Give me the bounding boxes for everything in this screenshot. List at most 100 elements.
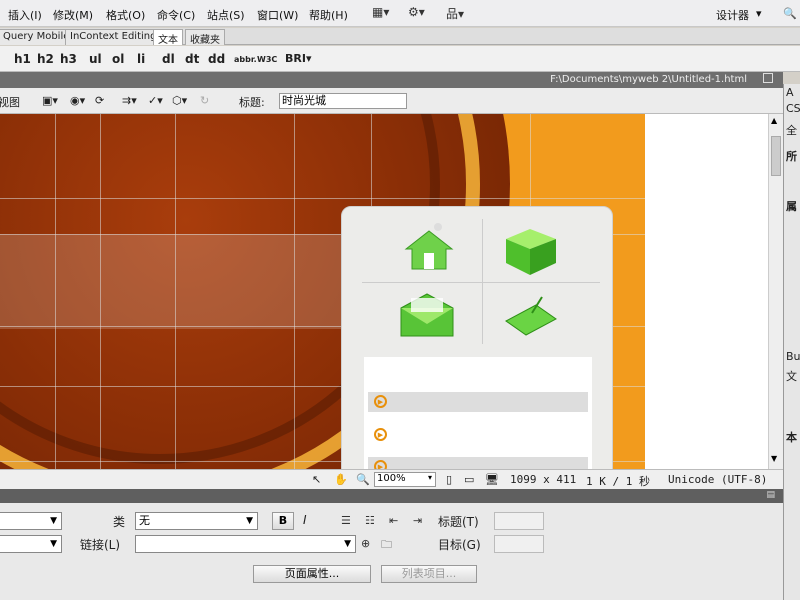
insert-toolbar: h1 h2 h3 ul ol li dl dt dd abbr. W3C BRI… — [0, 46, 800, 72]
reload-icon[interactable]: ↻ — [200, 94, 209, 107]
zoom-tool-icon[interactable]: 🔍 — [356, 473, 370, 486]
abbr-button[interactable]: abbr. — [234, 55, 257, 64]
h3-button[interactable]: h3 — [60, 52, 77, 66]
title-field[interactable] — [494, 512, 544, 530]
menu-insert[interactable]: 插入(I) — [8, 7, 42, 23]
panel-label[interactable]: 属 — [786, 198, 797, 214]
bold-button[interactable]: B — [272, 512, 294, 530]
menu-window[interactable]: 窗口(W) — [257, 7, 298, 23]
id-select[interactable]: ▼ — [0, 535, 62, 553]
ul-button[interactable]: ul — [89, 52, 102, 66]
tab-jquery-mobile[interactable]: Query Mobile — [0, 29, 75, 45]
format-select[interactable]: ▼ — [0, 512, 62, 530]
design-view[interactable]: ▶ ▶ ▶ — [0, 114, 768, 469]
home-icon[interactable] — [402, 223, 456, 273]
h1-button[interactable]: h1 — [14, 52, 31, 66]
document-path-bar: F:\Documents\myweb 2\Untitled-1.html — [0, 72, 783, 88]
menu-site[interactable]: 站点(S) — [207, 7, 245, 23]
panel-label[interactable]: Bu — [786, 350, 800, 363]
h2-button[interactable]: h2 — [37, 52, 54, 66]
class-select[interactable]: 无 ▼ — [135, 512, 258, 530]
menu-icon[interactable]: ▤ — [766, 490, 775, 500]
tablet-size-icon[interactable]: ▭ — [464, 473, 474, 486]
panel-label[interactable]: 全 — [786, 122, 797, 138]
target-field[interactable] — [494, 535, 544, 553]
mail-icon[interactable] — [397, 292, 457, 340]
download-size: 1 K / 1 秒 — [586, 475, 650, 488]
encoding: Unicode (UTF-8) — [668, 473, 768, 486]
menu-modify[interactable]: 修改(M) — [53, 7, 93, 23]
site-icon[interactable]: 品▾ — [446, 5, 464, 22]
ol-button[interactable]: ol — [112, 52, 124, 66]
search-icon[interactable]: 🔍 — [783, 7, 797, 20]
panel-label[interactable]: 文 — [786, 368, 797, 384]
title-label: 标题: — [239, 96, 265, 109]
panel-label[interactable]: CS — [786, 102, 800, 115]
characters-icon[interactable]: BRI▾ — [285, 52, 311, 65]
restore-icon[interactable] — [763, 73, 773, 83]
ordered-list-icon[interactable]: ☷ — [365, 514, 375, 527]
title-input[interactable]: 时尚光城 — [279, 93, 407, 109]
bullet-icon: ▶ — [374, 395, 387, 408]
page-properties-button[interactable]: 页面属性... — [253, 565, 371, 583]
point-to-file-icon[interactable]: ⊕ — [361, 537, 370, 550]
scroll-thumb[interactable] — [771, 136, 781, 176]
preview-icon[interactable]: ◉▾ — [70, 94, 85, 107]
italic-button[interactable]: I — [303, 513, 307, 527]
target-label: 目标(G) — [438, 538, 481, 552]
insert-tabs: Query Mobile InContext Editing 文本 收藏夹 — [0, 28, 800, 46]
view-label[interactable]: 视图 — [0, 94, 20, 110]
folder-icon[interactable]: 🗀 — [381, 536, 392, 555]
panel-label[interactable]: 本 — [786, 429, 797, 445]
scroll-down-icon[interactable]: ▼ — [771, 454, 777, 463]
refresh-icon[interactable]: ⟳ — [95, 94, 104, 107]
vertical-scrollbar[interactable]: ▲ ▼ — [768, 114, 783, 469]
visual-aids-icon[interactable]: ⇉▾ — [122, 94, 137, 107]
link-input[interactable]: ▼ — [135, 535, 356, 553]
phone-icon[interactable] — [502, 295, 560, 339]
workspace-switcher[interactable]: 设计器 — [716, 7, 749, 23]
tab-text[interactable]: 文本 — [153, 29, 183, 46]
indent-icon[interactable]: ⇥ — [413, 514, 422, 527]
dt-button[interactable]: dt — [185, 52, 199, 66]
properties-header: ▤ — [0, 489, 783, 503]
properties-panel: ▼ ▼ 类 无 ▼ 链接(L) ▼ ⊕ 🗀 B I ☰ ☷ ⇤ ⇥ 标题(T) 目… — [0, 503, 783, 600]
link-label: 链接(L) — [80, 538, 121, 552]
right-panel: A CS 全 所 属 Bu 文 本 — [783, 84, 800, 600]
dd-button[interactable]: dd — [208, 52, 225, 66]
tab-favorites[interactable]: 收藏夹 — [185, 29, 225, 46]
menu-help[interactable]: 帮助(H) — [309, 7, 348, 23]
gear-icon[interactable]: ⚙▾ — [408, 5, 425, 19]
class-label: 类 — [113, 515, 126, 529]
desktop-size-icon[interactable]: 🖥 — [485, 473, 499, 486]
zoom-select[interactable]: 100% ▾ — [374, 472, 436, 487]
chevron-down-icon[interactable]: ▾ — [756, 7, 762, 20]
nav-panel: ▶ ▶ ▶ — [341, 206, 613, 469]
layout-icon[interactable]: ▦▾ — [372, 5, 389, 19]
chevron-down-icon: ▼ — [50, 539, 57, 549]
outdent-icon[interactable]: ⇤ — [389, 514, 398, 527]
mobile-size-icon[interactable]: ▯ — [446, 473, 452, 486]
dl-button[interactable]: dl — [162, 52, 175, 66]
multiscreen-icon[interactable]: ▣▾ — [42, 94, 58, 107]
w3c-button[interactable]: W3C — [257, 55, 277, 64]
menu-format[interactable]: 格式(O) — [106, 7, 145, 23]
window-dimensions[interactable]: 1099 x 411 — [510, 473, 576, 486]
panel-label[interactable]: 所 — [786, 148, 797, 164]
panel-label[interactable]: A — [786, 86, 794, 99]
scroll-up-icon[interactable]: ▲ — [771, 116, 777, 125]
pointer-tool-icon[interactable]: ↖ — [312, 473, 321, 486]
chevron-down-icon: ▾ — [427, 473, 432, 482]
hand-tool-icon[interactable]: ✋ — [334, 473, 348, 486]
validate-icon[interactable]: ✓▾ — [148, 94, 163, 107]
menu-commands[interactable]: 命令(C) — [157, 7, 195, 23]
bullet-icon: ▶ — [374, 428, 387, 441]
li-button[interactable]: li — [137, 52, 145, 66]
check-browser-icon[interactable]: ⬡▾ — [172, 94, 187, 107]
tab-incontext-editing[interactable]: InContext Editing — [65, 29, 162, 45]
list-item-button[interactable]: 列表项目... — [381, 565, 477, 583]
unordered-list-icon[interactable]: ☰ — [341, 514, 351, 527]
document-path: F:\Documents\myweb 2\Untitled-1.html — [550, 74, 747, 85]
box-icon[interactable] — [500, 221, 562, 277]
title-field-label: 标题(T) — [438, 515, 479, 529]
